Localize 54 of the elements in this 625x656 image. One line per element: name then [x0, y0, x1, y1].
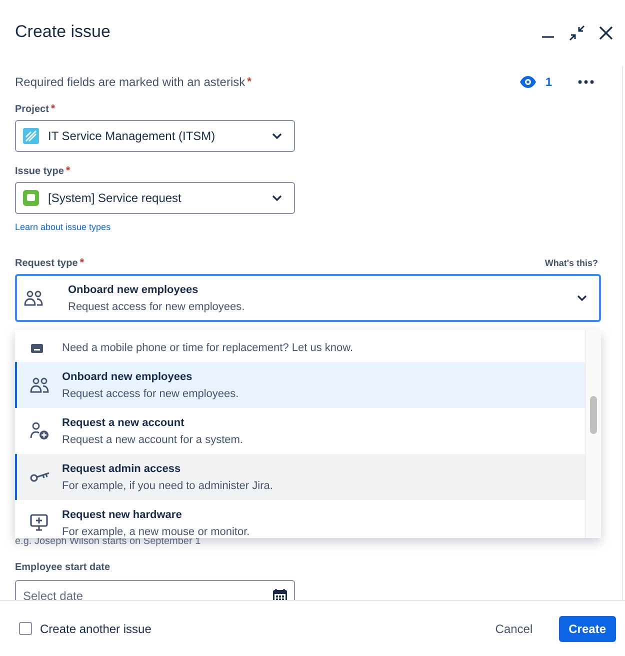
people-icon — [24, 290, 44, 306]
project-icon — [23, 128, 39, 144]
field-label: Issue type — [15, 166, 64, 176]
checkbox[interactable] — [19, 622, 32, 635]
option-title: Request a new account — [62, 416, 186, 428]
monitor-icon — [30, 514, 48, 532]
option-description: Request access for new employees. — [62, 388, 239, 400]
people-icon — [30, 377, 50, 393]
option-description: For example, a new mouse or monitor. — [62, 526, 250, 538]
asterisk: * — [66, 165, 70, 177]
asterisk: * — [50, 103, 56, 115]
option-title: Onboard new employees — [68, 284, 200, 296]
field-label: Employee start date — [15, 562, 110, 572]
scrollbar-thumb[interactable] — [590, 396, 597, 434]
watcher-count[interactable]: 1 — [545, 75, 552, 89]
dialog-title: Create issue — [15, 22, 112, 42]
create-button[interactable]: Create — [558, 616, 616, 642]
asterisk: * — [247, 76, 252, 88]
menu-option[interactable]: Request a new account Request a new account for a system. — [15, 408, 585, 454]
date-field[interactable]: Select date — [15, 580, 295, 600]
request-type-select[interactable]: Onboard new employees Request access for new employees. — [15, 274, 601, 322]
calendar-icon[interactable] — [272, 588, 288, 600]
field-label: Request type — [15, 258, 78, 268]
option-title: Onboard new employees — [62, 370, 194, 382]
chat-icon — [23, 190, 39, 206]
device-icon — [30, 344, 44, 354]
person-add-icon — [30, 422, 50, 440]
option-description: Request access for new employees. — [68, 300, 246, 312]
cancel-button[interactable]: Cancel — [485, 616, 543, 642]
chevron-icon — [272, 195, 282, 201]
option-description: Need a mobile phone or time for replacement? Let us know. — [62, 342, 354, 354]
key-icon — [30, 471, 50, 483]
learn-link[interactable]: Learn about issue types — [15, 222, 598, 232]
create-another-checkbox[interactable]: Create another issue — [19, 622, 152, 636]
menu-option[interactable]: Need a mobile phone or time for replacement? Let us know. — [15, 330, 585, 362]
required-note: Required fields are marked with an asterisk — [15, 75, 246, 89]
field-label: Project — [15, 104, 49, 114]
asterisk: * — [80, 257, 84, 269]
option-description: For example, if you need to administer Jira. — [62, 480, 273, 492]
project-select[interactable]: IT Service Management (ITSM) — [15, 120, 295, 152]
option-description: Request a new account for a system. — [62, 434, 243, 446]
menu-option[interactable]: Request new hardware For example, a new mouse or monitor. — [15, 500, 585, 538]
chevron-icon — [577, 295, 587, 301]
collapse-icon[interactable] — [569, 25, 585, 41]
chevron-icon — [272, 133, 282, 139]
option-title: Request new hardware — [62, 508, 183, 520]
eye-icon[interactable] — [519, 75, 538, 89]
more-icon[interactable] — [578, 80, 594, 84]
close-icon[interactable] — [599, 26, 613, 40]
issue-type-select[interactable]: [System] Service request — [15, 182, 295, 214]
menu-option[interactable]: Request admin access For example, if you need to administer Jira. — [15, 454, 585, 500]
option-title: Request admin access — [62, 462, 182, 474]
menu-option[interactable]: Onboard new employees Request access for new employees. — [15, 362, 585, 408]
help-link[interactable]: What's this? — [544, 258, 598, 268]
